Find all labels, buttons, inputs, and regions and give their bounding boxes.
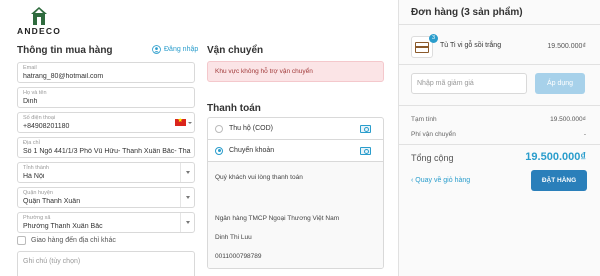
address-label: Địa chỉ (23, 140, 40, 146)
login-link[interactable]: Đăng nhập (152, 45, 198, 54)
province-select[interactable]: Tỉnh thành Hà Nội (17, 162, 195, 183)
chevron-down-icon (180, 188, 194, 207)
email-value: hatrang_80@hotmail.com (23, 73, 104, 80)
order-title: Đơn hàng (3 sản phẩm) (411, 7, 523, 18)
logo-text: ANDECO (17, 26, 62, 36)
email-field[interactable]: Email hatrang_80@hotmail.com (17, 62, 195, 83)
apply-coupon-button[interactable]: Áp dụng (535, 73, 585, 94)
ward-select[interactable]: Phường xã Phường Thanh Xuân Bắc (17, 212, 195, 233)
shipping-alert: Khu vực không hỗ trợ vận chuyển (207, 61, 384, 82)
district-value: Quận Thanh Xuân (23, 198, 81, 205)
transfer-label: Chuyển khoản (229, 147, 275, 154)
email-label: Email (23, 65, 37, 71)
payment-methods: Thu hộ (COD) Chuyển khoản Quý khách vui … (207, 117, 384, 269)
province-label: Tỉnh thành (23, 165, 49, 171)
ward-label: Phường xã (23, 215, 51, 221)
fullname-field[interactable]: Họ và tên Dinh (17, 87, 195, 108)
cash-icon (360, 125, 371, 133)
address-field[interactable]: Địa chỉ Số 1 Ngõ 441/1/3 Phố Vũ Hữu- Tha… (17, 137, 195, 158)
account-number: 0011000798789 (215, 253, 262, 260)
fullname-value: Dinh (23, 98, 38, 105)
district-label: Quận huyện (23, 190, 53, 196)
user-circle-icon (152, 45, 161, 54)
note-textarea[interactable]: Ghi chú (tùy chọn) (17, 251, 195, 276)
product-name: Tủ Ti vi gỗ sồi trắng (440, 42, 502, 49)
shipping-fee-value: - (583, 131, 586, 138)
district-select[interactable]: Quận huyện Quận Thanh Xuân (17, 187, 195, 208)
ship-other-address-label: Giao hàng đến địa chỉ khác (31, 237, 116, 244)
fullname-label: Họ và tên (23, 90, 47, 96)
tv-cabinet-icon (415, 42, 429, 53)
phone-value: +84908201180 (23, 123, 70, 130)
transfer-radio[interactable] (215, 146, 223, 155)
coupon-input[interactable]: Nhập mã giảm giá (411, 73, 527, 94)
payment-title: Thanh toán (207, 103, 261, 114)
customer-info-title: Thông tin mua hàng (17, 45, 113, 56)
address-value: Số 1 Ngõ 441/1/3 Phố Vũ Hữu- Thanh Xuân … (23, 148, 191, 155)
cod-label: Thu hộ (COD) (229, 125, 273, 132)
total-label: Tổng cộng (411, 153, 454, 163)
product-price: 19.500.000₫ (547, 43, 586, 50)
transfer-instruction: Quý khách vui lòng thanh toán (215, 174, 303, 181)
login-label: Đăng nhập (164, 46, 199, 53)
cash-icon (360, 147, 371, 155)
payment-option-cod[interactable]: Thu hộ (COD) (208, 118, 383, 140)
order-summary: Đơn hàng (3 sản phẩm) 3 Tủ Ti vi gỗ sồi … (398, 0, 600, 276)
province-value: Hà Nội (23, 173, 45, 180)
chevron-down-icon (187, 121, 192, 124)
cod-radio[interactable] (215, 124, 223, 133)
house-logo-icon (31, 7, 47, 25)
country-code-selector[interactable] (172, 113, 194, 132)
ship-other-address-row[interactable]: Giao hàng đến địa chỉ khác (17, 236, 116, 245)
logo[interactable]: ANDECO (17, 6, 63, 38)
phone-label: Số điện thoại (23, 115, 56, 121)
account-holder: Dinh Thi Luu (215, 234, 252, 241)
ship-other-address-checkbox[interactable] (17, 236, 26, 245)
payment-option-transfer[interactable]: Chuyển khoản (208, 140, 383, 162)
phone-field[interactable]: Số điện thoại +84908201180 (17, 112, 195, 133)
bank-name: Ngân hàng TMCP Ngoại Thương Việt Nam (215, 215, 340, 222)
place-order-button[interactable]: ĐẶT HÀNG (531, 170, 587, 191)
quantity-badge: 3 (429, 34, 438, 43)
chevron-down-icon (180, 163, 194, 182)
vietnam-flag-icon (174, 117, 186, 126)
transfer-details: Quý khách vui lòng thanh toán Ngân hàng … (208, 162, 383, 268)
shipping-title: Vận chuyển (207, 45, 264, 56)
ward-value: Phường Thanh Xuân Bắc (23, 223, 103, 230)
subtotal-value: 19.500.000₫ (550, 116, 586, 123)
back-to-cart-link[interactable]: ‹ Quay về giỏ hàng (411, 177, 470, 184)
subtotal-label: Tạm tính (411, 116, 437, 123)
total-value: 19.500.000₫ (525, 151, 586, 163)
note-placeholder: Ghi chú (tùy chọn) (23, 258, 81, 265)
chevron-down-icon (180, 213, 194, 232)
shipping-fee-label: Phí vận chuyển (411, 131, 456, 138)
